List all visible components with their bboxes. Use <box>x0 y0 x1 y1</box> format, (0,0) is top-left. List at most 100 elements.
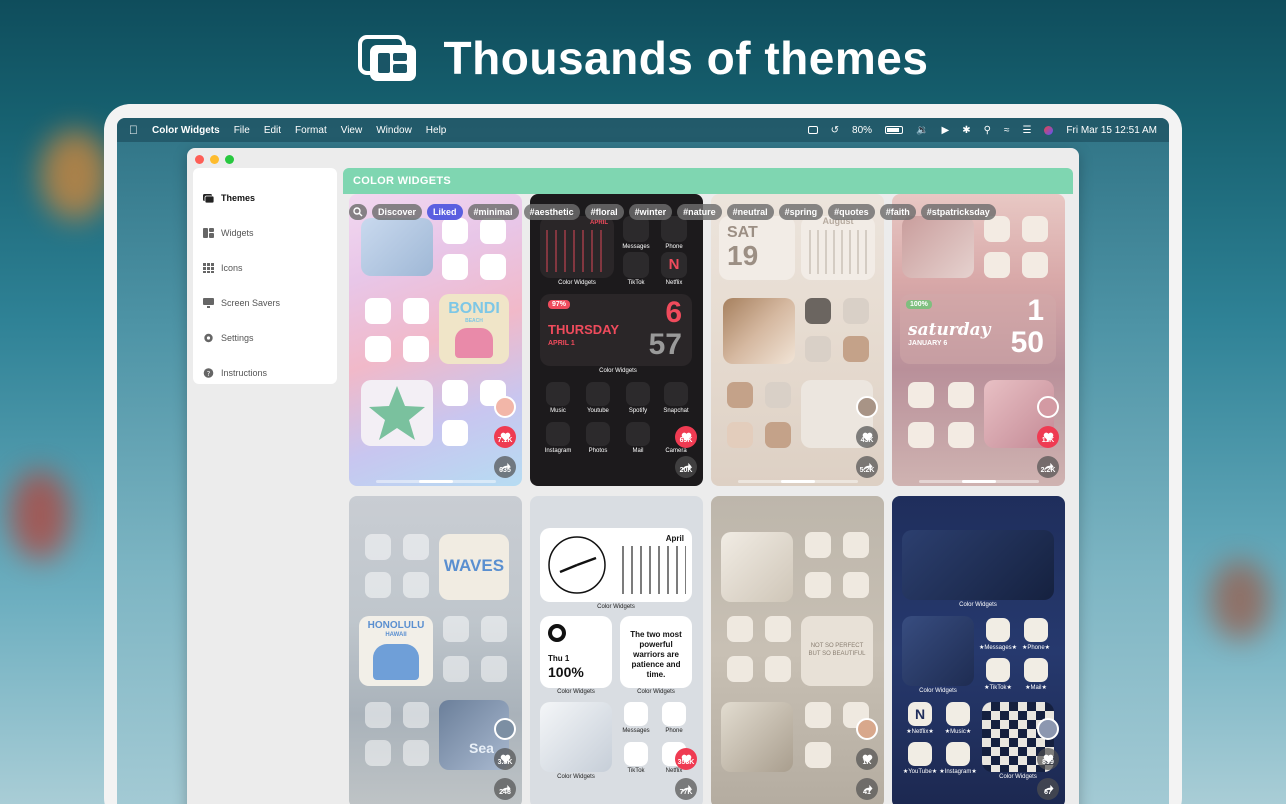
coral-icon <box>373 644 419 680</box>
date-time-widget: 100% saturday JANUARY 6 1 50 <box>900 294 1056 364</box>
app-label: Instagram <box>544 448 572 454</box>
widget-status-icon[interactable] <box>807 126 818 134</box>
creator-avatar[interactable] <box>856 718 878 740</box>
chip-winter[interactable]: #winter <box>628 204 673 220</box>
chip-faith[interactable]: #faith <box>879 204 916 220</box>
menu-app-name[interactable]: Color Widgets <box>152 125 220 136</box>
theme-card[interactable]: WAVES HONOLULU HAWAII Sea 3.8K 248 <box>349 496 522 804</box>
chip-spring[interactable]: #spring <box>778 204 824 220</box>
flowers-photo-widget <box>723 298 795 364</box>
sidebar-item-icons[interactable]: Icons <box>193 250 337 285</box>
spotify-app-icon <box>626 382 650 406</box>
sidebar-item-widgets[interactable]: Widgets <box>193 215 337 250</box>
sidebar-item-settings[interactable]: Settings <box>193 320 337 355</box>
chip-aesthetic[interactable]: #aesthetic <box>523 204 580 220</box>
quote-text: The two most powerful warriors are patie… <box>630 630 682 679</box>
date-label: APRIL 1 <box>548 340 575 347</box>
phone-app-icon <box>843 298 869 324</box>
app-window: Themes Widgets Icons Screen Savers Setti… <box>187 148 1079 804</box>
app-icon <box>443 616 469 642</box>
question-icon: ? <box>203 367 214 378</box>
minute-label: 57 <box>648 328 682 361</box>
creator-avatar[interactable] <box>856 396 878 418</box>
minimize-window-button[interactable] <box>210 155 219 164</box>
app-label: Youtube <box>587 408 609 414</box>
app-label: TikTok <box>627 768 645 774</box>
control-center-icon[interactable]: ☰ <box>1022 125 1031 136</box>
mail-app-icon <box>1024 658 1048 682</box>
creator-avatar[interactable] <box>494 718 516 740</box>
menu-format[interactable]: Format <box>295 125 327 136</box>
chip-floral[interactable]: #floral <box>584 204 624 220</box>
app-label: ★Mail★ <box>1025 685 1047 691</box>
page-indicator <box>375 480 496 483</box>
calendar-month: APRIL <box>590 220 608 226</box>
creator-avatar[interactable] <box>1037 396 1059 418</box>
search-button[interactable] <box>349 204 367 220</box>
menu-help[interactable]: Help <box>426 125 447 136</box>
time-machine-icon[interactable]: ↺ <box>831 125 839 136</box>
apple-icon[interactable]:  <box>129 123 138 137</box>
bondi-title: BONDI <box>448 300 500 317</box>
app-icon <box>481 656 507 682</box>
theme-card[interactable]: April Color Widgets Thu 1 100% Color Wid… <box>530 496 703 804</box>
chip-quotes[interactable]: #quotes <box>828 204 875 220</box>
theme-card[interactable]: SAT 19 August 43K 5.2K <box>711 194 884 486</box>
photo-widget <box>540 702 612 772</box>
chip-discover[interactable]: Discover <box>372 204 423 220</box>
sidebar-item-themes[interactable]: Themes <box>193 180 337 215</box>
app-icon <box>481 616 507 642</box>
app-icon <box>984 252 1010 278</box>
app-label: Photos <box>588 448 608 454</box>
photo-widget <box>902 216 974 278</box>
chip-nature[interactable]: #nature <box>677 204 722 220</box>
chip-neutral[interactable]: #neutral <box>726 204 774 220</box>
music-app-icon <box>946 702 970 726</box>
creator-avatar[interactable] <box>1037 718 1059 740</box>
menu-datetime[interactable]: Fri Mar 15 12:51 AM <box>1066 125 1157 136</box>
mail-app-icon <box>843 336 869 362</box>
theme-card[interactable]: NOT SO PERFECT BUT SO BEAUTIFUL 1K 41 <box>711 496 884 804</box>
menu-file[interactable]: File <box>234 125 250 136</box>
snapchat-app-icon <box>664 382 688 406</box>
menu-window[interactable]: Window <box>376 125 412 136</box>
chip-liked[interactable]: Liked <box>427 204 463 220</box>
volume-icon[interactable]: 🔉 <box>916 125 928 136</box>
bluetooth-icon[interactable]: ✱ <box>962 125 970 136</box>
zoom-window-button[interactable] <box>225 155 234 164</box>
app-icon <box>948 422 974 448</box>
creator-avatar[interactable] <box>494 396 516 418</box>
app-icon <box>365 534 391 560</box>
theme-card[interactable]: APRIL Messages Phone TikTok N Netflix Co… <box>530 194 703 486</box>
widget-label: Color Widgets <box>999 774 1037 780</box>
share-count: 5.2K <box>859 467 875 474</box>
menu-view[interactable]: View <box>341 125 363 136</box>
battery-widget-label: 100% <box>906 300 932 309</box>
chip-stpatricksday[interactable]: #stpatricksday <box>920 204 996 220</box>
play-icon[interactable]: ▶ <box>942 125 950 136</box>
app-icon <box>805 702 831 728</box>
netflix-app-icon <box>727 616 753 642</box>
honolulu-widget: HONOLULU HAWAII <box>359 616 433 686</box>
close-window-button[interactable] <box>195 155 204 164</box>
icons-grid-icon <box>203 262 214 273</box>
wifi-icon[interactable]: ≈ <box>1004 125 1010 136</box>
star-icon <box>369 386 425 440</box>
theme-card[interactable]: BONDI BEACH 7.1K 635 <box>349 194 522 486</box>
siri-icon[interactable] <box>1044 125 1054 135</box>
chip-minimal[interactable]: #minimal <box>467 204 519 220</box>
theme-card[interactable]: Color Widgets Color Widgets ★Messages★ ★… <box>892 496 1065 804</box>
share-count: 248 <box>499 789 511 796</box>
app-icon <box>480 218 506 244</box>
calendar-days <box>809 230 867 274</box>
battery-icon[interactable] <box>885 126 904 134</box>
menu-edit[interactable]: Edit <box>264 125 281 136</box>
sidebar-item-screen-savers[interactable]: Screen Savers <box>193 285 337 320</box>
monitor-icon <box>203 297 214 308</box>
theme-card[interactable]: 100% saturday JANUARY 6 1 50 11K 2.2K <box>892 194 1065 486</box>
phone-app-icon <box>662 702 686 726</box>
spotlight-search-icon[interactable]: ⚲ <box>984 125 991 136</box>
sidebar-item-instructions[interactable]: ? Instructions <box>193 355 337 390</box>
weekday-label: saturday <box>908 320 991 340</box>
themes-stack-icon <box>357 33 418 83</box>
